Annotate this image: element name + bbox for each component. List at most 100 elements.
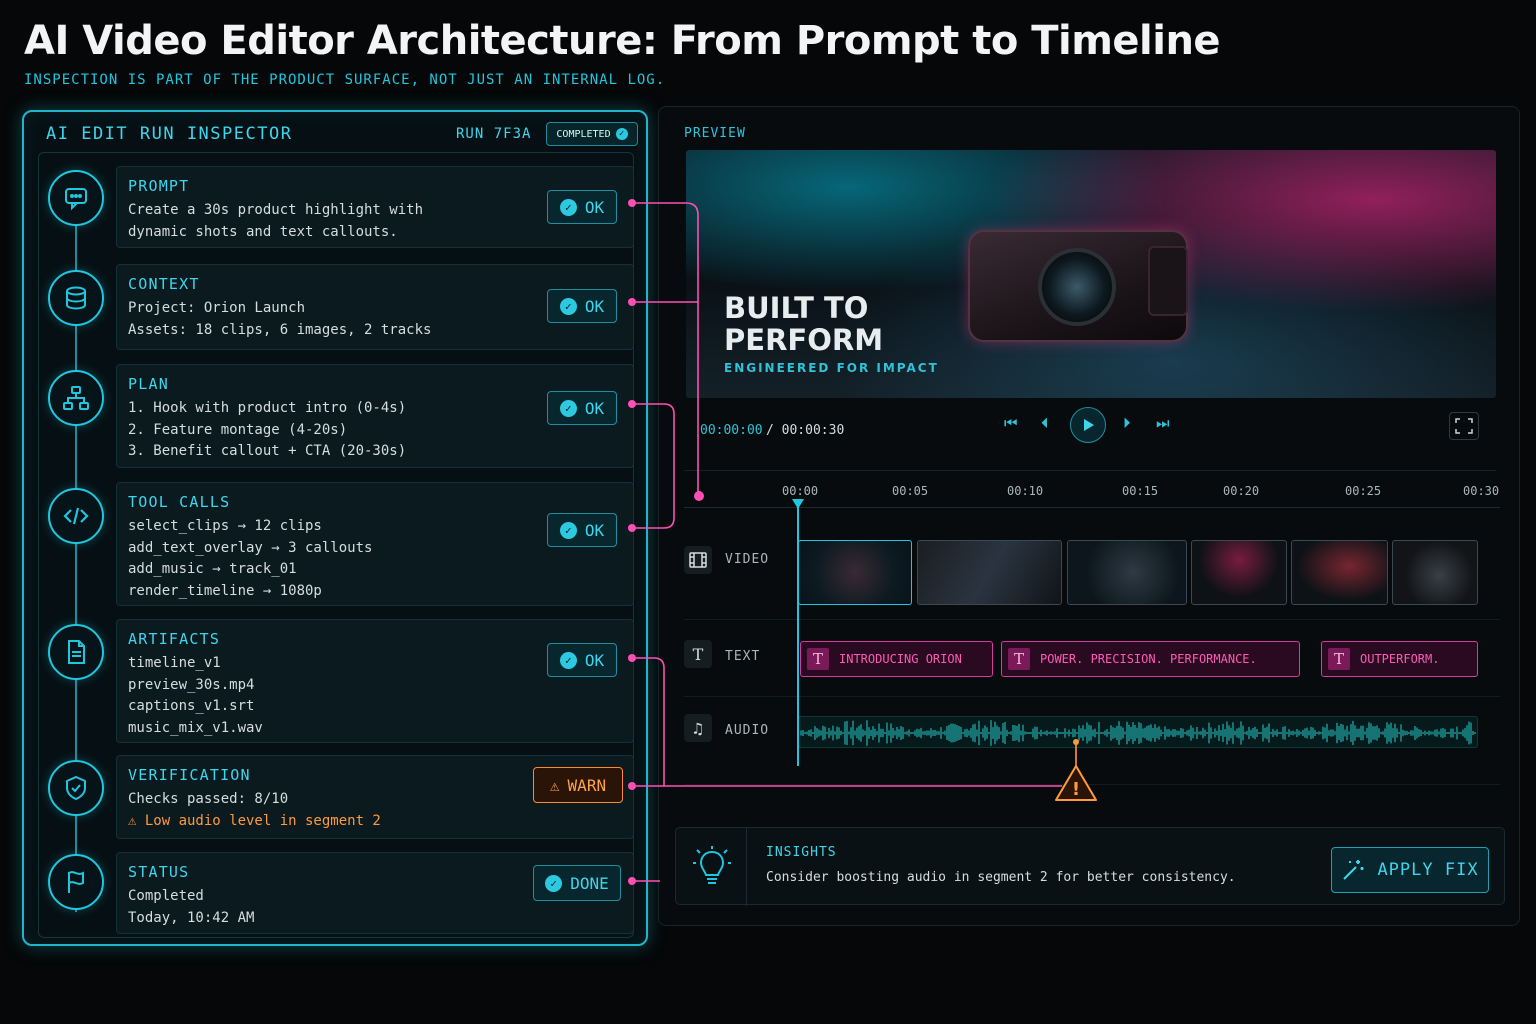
audio-clip[interactable] (798, 716, 1478, 748)
stage-line: music_mix_v1.wav (128, 719, 263, 736)
chat-icon (48, 170, 104, 226)
camera-side-image (1148, 246, 1188, 316)
preview-label: PREVIEW (684, 126, 746, 141)
fullscreen-button[interactable] (1449, 412, 1479, 440)
stage-line: timeline_v1 (128, 655, 221, 671)
stage-name: STATUS (128, 863, 190, 881)
warning-text: Low audio level in segment 2 (144, 812, 381, 829)
text-clip[interactable]: T POWER. PRECISION. PERFORMANCE. (1001, 641, 1300, 677)
step-back-icon[interactable]: ⏴ (1041, 414, 1049, 432)
stage-card-context[interactable]: CONTEXT Project: Orion Launch Assets: 18… (116, 264, 634, 350)
badge-label: DONE (570, 873, 609, 893)
video-preview[interactable]: BUILT TO PERFORM ENGINEERED FOR IMPACT (686, 150, 1496, 398)
play-icon (1084, 419, 1094, 431)
text-clip-label: POWER. PRECISION. PERFORMANCE. (1040, 652, 1257, 666)
stage-details: select_clips → 12 clips add_text_overlay… (128, 516, 372, 602)
tick-label: 00:30 (1463, 484, 1500, 498)
tick-label: 00:10 (1007, 484, 1044, 498)
video-clip[interactable] (1191, 540, 1287, 605)
stage-name: VERIFICATION (128, 766, 251, 784)
page-subtitle: INSPECTION IS PART OF THE PRODUCT SURFAC… (24, 72, 666, 88)
stage-card-plan[interactable]: PLAN 1. Hook with product intro (0-4s) 2… (116, 364, 634, 468)
camera-lens-image (1038, 248, 1116, 326)
badge-label: OK (584, 520, 605, 540)
stage-card-prompt[interactable]: PROMPT Create a 30s product highlight wi… (116, 166, 634, 248)
tick-label: 00:20 (1223, 484, 1260, 498)
stage-line: render_timeline → 1080p (128, 582, 322, 599)
stage-details: 1. Hook with product intro (0-4s) 2. Fea… (128, 398, 406, 463)
apply-fix-button[interactable]: APPLY FIX (1331, 847, 1489, 893)
run-status-badge: COMPLETED ✓ (546, 122, 638, 146)
film-icon (684, 546, 712, 574)
ok-badge: ✓ OK (547, 190, 617, 224)
stage-card-tool-calls[interactable]: TOOL CALLS select_clips → 12 clips add_t… (116, 482, 634, 606)
done-badge: ✓ DONE (533, 865, 621, 901)
warn-badge: ⚠ WARN (533, 767, 623, 803)
badge-label: OK (584, 398, 605, 418)
stage-line: add_music → track_01 (128, 561, 297, 577)
check-icon: ✓ (559, 651, 577, 669)
page-title: AI Video Editor Architecture: From Promp… (24, 18, 1221, 64)
step-forward-icon[interactable]: ⏵ (1123, 414, 1131, 432)
ok-badge: ✓ OK (547, 391, 617, 425)
stage-line: preview_30s.mp4 (128, 676, 255, 693)
text-clip-label: OUTPERFORM. (1360, 652, 1440, 666)
stage-details: timeline_v1 preview_30s.mp4 captions_v1.… (128, 653, 263, 739)
stage-line: Today, 10:42 AM (128, 909, 255, 926)
check-icon: ✓ (559, 198, 577, 216)
video-clip[interactable] (917, 540, 1062, 605)
track-label-audio: AUDIO (725, 723, 770, 738)
magic-wand-icon (1343, 860, 1364, 880)
video-clip[interactable] (1392, 540, 1478, 605)
text-icon: T (1008, 648, 1030, 670)
insights-text: Consider boosting audio in segment 2 for… (766, 870, 1236, 885)
stage-line: select_clips → 12 clips (128, 518, 322, 534)
stage-details: Project: Orion Launch Assets: 18 clips, … (128, 298, 431, 341)
badge-label: OK (584, 296, 605, 316)
code-icon (48, 488, 104, 544)
video-clip[interactable] (1067, 540, 1187, 605)
text-clip[interactable]: T INTRODUCING ORION (800, 641, 993, 677)
check-icon: ✓ (559, 399, 577, 417)
current-time: 00:00:00 (700, 423, 763, 438)
stage-card-verification[interactable]: VERIFICATION Checks passed: 8/10 ⚠ Low a… (116, 755, 634, 839)
stage-line: Project: Orion Launch (128, 300, 306, 316)
skip-to-end-icon[interactable]: ⏭ (1156, 414, 1170, 432)
stage-name: PLAN (128, 375, 169, 393)
stage-name: PROMPT (128, 177, 190, 195)
ok-badge: ✓ OK (547, 513, 617, 547)
verification-warning: ⚠ Low audio level in segment 2 (128, 811, 381, 833)
track-divider (684, 784, 1500, 785)
inspector-title: AI EDIT RUN INSPECTOR (46, 124, 293, 144)
stage-details: Create a 30s product highlight with dyna… (128, 200, 423, 243)
database-icon (48, 270, 104, 326)
warning-icon: ⚠ (549, 775, 560, 795)
stage-line: 1. Hook with product intro (0-4s) (128, 400, 407, 416)
stage-line: 2. Feature montage (4-20s) (128, 421, 348, 438)
ruler-baseline (684, 507, 1500, 508)
stage-card-status[interactable]: STATUS Completed Today, 10:42 AM ✓ DONE (116, 852, 634, 934)
video-clip[interactable] (1291, 540, 1388, 605)
insights-title: INSIGHTS (766, 845, 837, 860)
check-icon: ✓ (545, 874, 563, 892)
video-clip[interactable] (798, 540, 912, 605)
ok-badge: ✓ OK (547, 643, 617, 677)
stage-details: Completed Today, 10:42 AM (128, 886, 254, 929)
lightbulb-icon (692, 846, 732, 894)
stage-card-artifacts[interactable]: ARTIFACTS timeline_v1 preview_30s.mp4 ca… (116, 619, 634, 743)
playhead[interactable] (797, 500, 799, 766)
stage-line: Create a 30s product highlight with (128, 202, 424, 218)
text-clip[interactable]: T OUTPERFORM. (1321, 641, 1478, 677)
check-icon: ✓ (559, 521, 577, 539)
stage-line: Assets: 18 clips, 6 images, 2 tracks (128, 321, 432, 338)
audio-waveform (800, 720, 1476, 746)
skip-to-start-icon[interactable]: ⏮ (1004, 414, 1018, 432)
headline-line: BUILT TO (724, 291, 869, 325)
play-button[interactable] (1070, 407, 1106, 443)
run-id: RUN 7F3A (456, 126, 532, 142)
track-label-text: TEXT (725, 649, 761, 664)
ok-badge: ✓ OK (547, 289, 617, 323)
headline-line: PERFORM (724, 323, 884, 357)
stage-line: dynamic shots and text callouts. (128, 223, 398, 240)
stage-name: ARTIFACTS (128, 630, 221, 648)
